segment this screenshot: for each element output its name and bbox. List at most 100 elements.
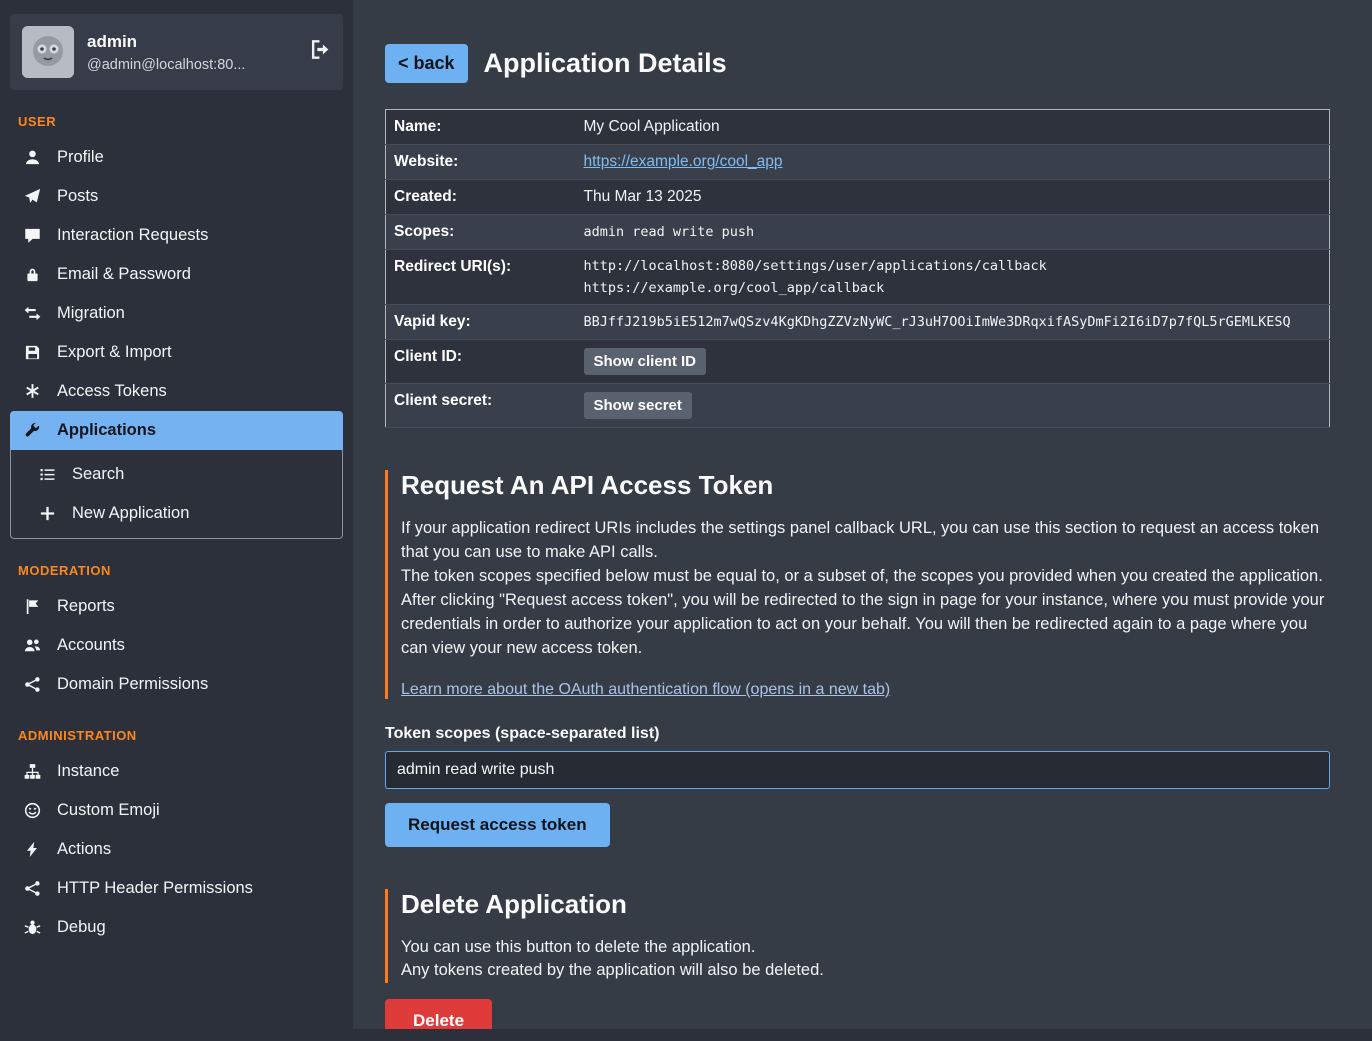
plus-icon	[37, 505, 57, 522]
sidebar-item-actions[interactable]: Actions	[10, 830, 343, 869]
delete-application-heading: Delete Application	[401, 889, 1330, 920]
detail-row-created: Created: Thu Mar 13 2025	[386, 180, 1330, 215]
sidebar-item-label: Email & Password	[57, 265, 191, 284]
sidebar-item-label: HTTP Header Permissions	[57, 879, 253, 898]
sidebar-item-label: Reports	[57, 597, 115, 616]
detail-row-website: Website: https://example.org/cool_app	[386, 145, 1330, 180]
user-meta: admin @admin@localhost:80...	[87, 32, 297, 73]
show-secret-button[interactable]: Show secret	[584, 392, 692, 419]
flag-icon	[22, 598, 42, 615]
sidebar-item-label: Migration	[57, 304, 125, 323]
applications-group: Applications Search New Application	[10, 411, 343, 539]
logout-icon[interactable]	[310, 39, 331, 65]
sidebar-item-label: Accounts	[57, 636, 125, 655]
redirect-uri-2: https://example.org/cool_app/callback	[584, 280, 1322, 296]
sidebar-item-label: Applications	[57, 421, 156, 440]
avatar	[22, 26, 74, 78]
detail-value-client-secret: Show secret	[576, 384, 1330, 428]
request-access-token-button[interactable]: Request access token	[385, 803, 610, 847]
sidebar-nav-moderation: Reports Accounts Domain Permissions	[10, 587, 343, 704]
users-icon	[22, 637, 42, 654]
detail-label-client-secret: Client secret:	[386, 384, 576, 428]
sidebar-item-debug[interactable]: Debug	[10, 908, 343, 947]
user-card[interactable]: admin @admin@localhost:80...	[10, 14, 343, 90]
sidebar-item-label: Posts	[57, 187, 98, 206]
sidebar-item-new-application[interactable]: New Application	[11, 494, 342, 533]
user-name: admin	[87, 32, 297, 52]
delete-button[interactable]: Delete	[385, 999, 492, 1029]
sidebar-item-domain-permissions[interactable]: Domain Permissions	[10, 665, 343, 704]
detail-value-redirect-uris: http://localhost:8080/settings/user/appl…	[576, 250, 1330, 305]
sidebar-item-label: Access Tokens	[57, 382, 167, 401]
page-title: Application Details	[484, 48, 727, 79]
paper-plane-icon	[22, 188, 42, 205]
sidebar-item-label: Domain Permissions	[57, 675, 208, 694]
sidebar-item-access-tokens[interactable]: Access Tokens	[10, 372, 343, 411]
detail-value-scopes: admin read write push	[576, 215, 1330, 250]
sidebar-item-search[interactable]: Search	[11, 455, 342, 494]
detail-label-redirect-uris: Redirect URI(s):	[386, 250, 576, 305]
request-button-row: Request access token	[385, 789, 1330, 847]
detail-value-name: My Cool Application	[576, 110, 1330, 145]
request-token-paragraph-1: If your application redirect URIs includ…	[401, 517, 1330, 565]
show-client-id-button[interactable]: Show client ID	[584, 348, 707, 375]
sidebar-item-label: Custom Emoji	[57, 801, 160, 820]
detail-label-website: Website:	[386, 145, 576, 180]
detail-row-client-secret: Client secret: Show secret	[386, 384, 1330, 428]
detail-value-vapid-key: BBJffJ219b5iE512m7wQSzv4KgKDhgZZVzNyWC_r…	[576, 305, 1330, 340]
sidebar-item-export-import[interactable]: Export & Import	[10, 333, 343, 372]
sidebar-item-email-password[interactable]: Email & Password	[10, 255, 343, 294]
detail-row-redirect-uris: Redirect URI(s): http://localhost:8080/s…	[386, 250, 1330, 305]
section-label-user: USER	[18, 114, 343, 129]
section-label-administration: ADMINISTRATION	[18, 728, 343, 743]
request-token-section: Request An API Access Token If your appl…	[385, 470, 1330, 699]
request-token-paragraph-2: The token scopes specified below must be…	[401, 565, 1330, 589]
token-scopes-input[interactable]	[385, 751, 1330, 789]
token-scopes-label: Token scopes (space-separated list)	[385, 725, 1330, 743]
lock-icon	[22, 266, 42, 283]
sidebar-item-reports[interactable]: Reports	[10, 587, 343, 626]
detail-row-client-id: Client ID: Show client ID	[386, 340, 1330, 384]
request-token-heading: Request An API Access Token	[401, 470, 1330, 501]
sidebar-item-migration[interactable]: Migration	[10, 294, 343, 333]
asterisk-icon	[22, 383, 42, 400]
comment-icon	[22, 227, 42, 244]
sidebar-item-label: Actions	[57, 840, 111, 859]
sidebar-item-profile[interactable]: Profile	[10, 138, 343, 177]
application-details-table: Name: My Cool Application Website: https…	[385, 109, 1330, 428]
delete-line-2: Any tokens created by the application wi…	[401, 959, 1330, 983]
detail-value-website: https://example.org/cool_app	[576, 145, 1330, 180]
delete-button-row: Delete	[385, 983, 1330, 1029]
sidebar-item-http-header-permissions[interactable]: HTTP Header Permissions	[10, 869, 343, 908]
sidebar-item-label: New Application	[72, 504, 189, 523]
user-icon	[22, 149, 42, 166]
bug-icon	[22, 919, 42, 936]
sidebar-item-posts[interactable]: Posts	[10, 177, 343, 216]
redirect-uri-1: http://localhost:8080/settings/user/appl…	[584, 258, 1322, 274]
bolt-icon	[22, 841, 42, 858]
detail-label-created: Created:	[386, 180, 576, 215]
detail-label-vapid-key: Vapid key:	[386, 305, 576, 340]
sidebar-nav-user: Profile Posts Interaction Requests Email…	[10, 138, 343, 539]
oauth-docs-link[interactable]: Learn more about the OAuth authenticatio…	[401, 681, 890, 699]
sidebar-item-interaction-requests[interactable]: Interaction Requests	[10, 216, 343, 255]
sidebar-nav-administration: Instance Custom Emoji Actions HTTP Heade…	[10, 752, 343, 947]
sidebar-item-custom-emoji[interactable]: Custom Emoji	[10, 791, 343, 830]
detail-label-scopes: Scopes:	[386, 215, 576, 250]
sidebar-item-label: Export & Import	[57, 343, 172, 362]
sidebar-item-instance[interactable]: Instance	[10, 752, 343, 791]
delete-application-section: Delete Application You can use this butt…	[385, 889, 1330, 984]
back-button[interactable]: < back	[385, 44, 468, 83]
sidebar-item-label: Instance	[57, 762, 119, 781]
website-link[interactable]: https://example.org/cool_app	[584, 153, 783, 170]
wrench-icon	[22, 422, 42, 439]
delete-line-1: You can use this button to delete the ap…	[401, 936, 1330, 960]
sidebar-item-applications[interactable]: Applications	[10, 411, 343, 450]
request-token-paragraph-3: After clicking "Request access token", y…	[401, 589, 1330, 661]
detail-row-scopes: Scopes: admin read write push	[386, 215, 1330, 250]
detail-label-client-id: Client ID:	[386, 340, 576, 384]
detail-row-name: Name: My Cool Application	[386, 110, 1330, 145]
section-label-moderation: MODERATION	[18, 563, 343, 578]
detail-value-client-id: Show client ID	[576, 340, 1330, 384]
sidebar-item-accounts[interactable]: Accounts	[10, 626, 343, 665]
